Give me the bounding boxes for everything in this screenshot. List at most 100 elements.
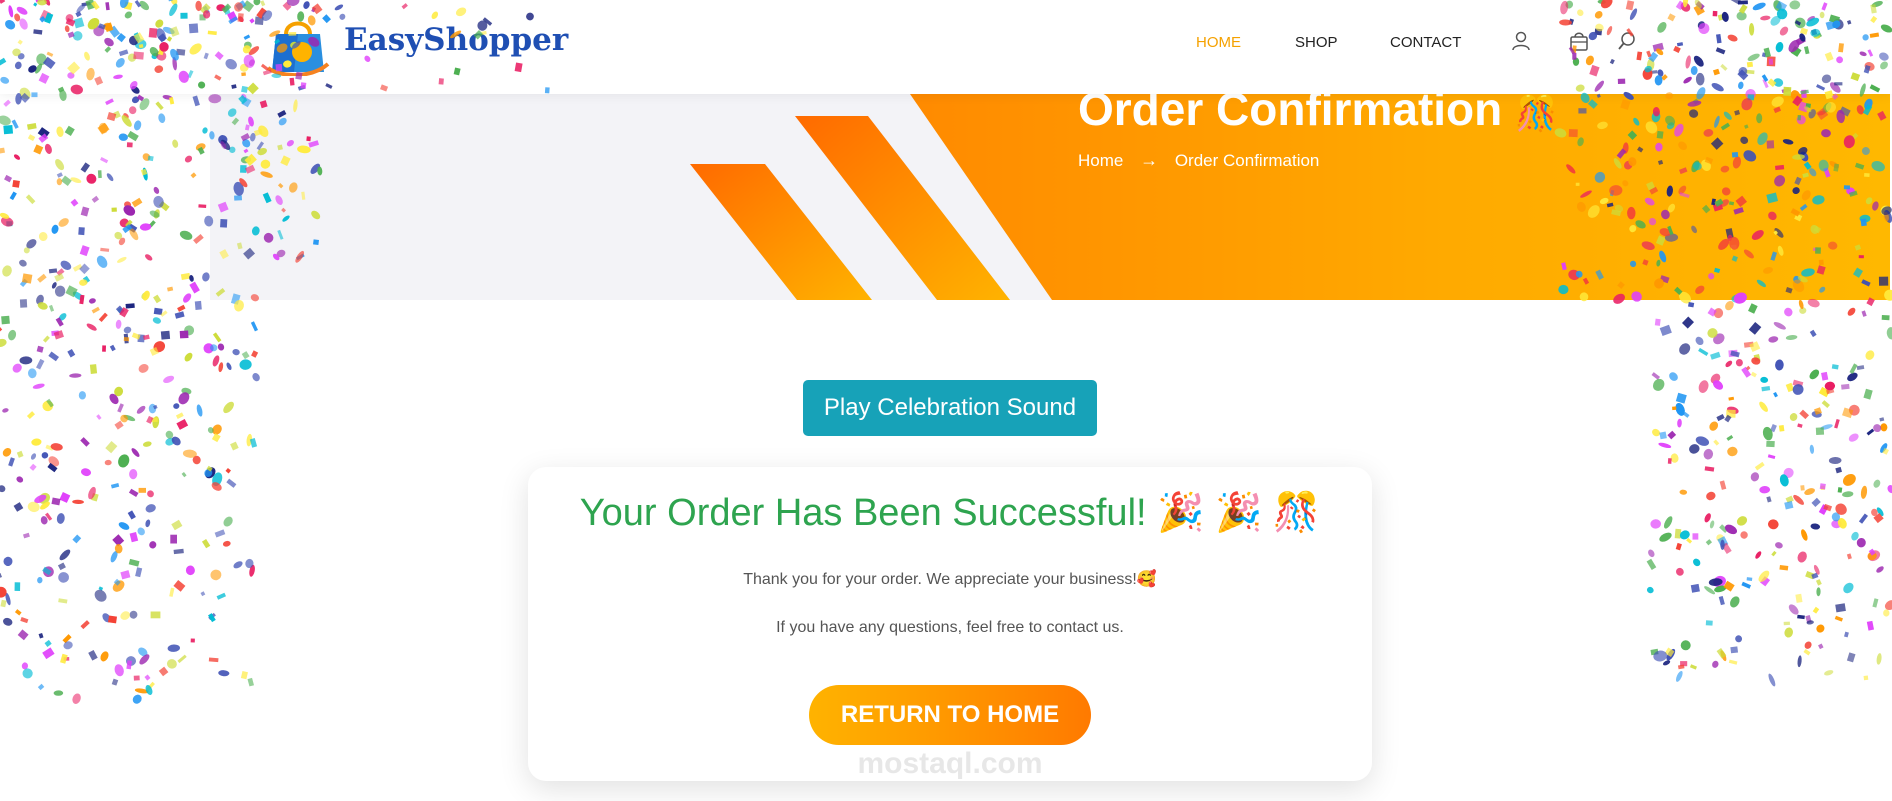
confetti-piece: [167, 644, 180, 652]
banner-stripes-graphic: [690, 94, 1890, 300]
confetti-piece: [153, 209, 160, 219]
confetti-piece: [1698, 380, 1709, 393]
confetti-piece: [123, 326, 132, 334]
success-heading: Your Order Has Been Successful! 🎉 🎉 🎊: [579, 492, 1321, 534]
confetti-piece: [82, 275, 91, 284]
confetti-piece: [105, 98, 114, 106]
confetti-piece: [80, 468, 92, 477]
confetti-piece: [111, 678, 119, 686]
confetti-piece: [1886, 327, 1892, 340]
confetti-piece: [22, 668, 33, 679]
confetti-piece: [208, 612, 216, 621]
nav-shop[interactable]: SHOP: [1295, 34, 1338, 51]
confetti-piece: [1809, 329, 1817, 338]
confetti-piece: [172, 139, 179, 148]
confetti-piece: [1821, 371, 1829, 381]
confetti-piece: [208, 657, 219, 663]
confetti-piece: [1842, 491, 1854, 498]
confetti-piece: [1785, 335, 1798, 340]
confetti-piece: [62, 634, 72, 644]
confetti-piece: [6, 221, 13, 227]
confetti-piece: [1788, 604, 1799, 615]
confetti-piece: [1674, 528, 1682, 539]
breadcrumb-current: Order Confirmation: [1174, 150, 1320, 170]
confetti-piece: [212, 332, 222, 343]
play-celebration-sound-button[interactable]: Play Celebration Sound: [803, 380, 1097, 436]
confetti-piece: [165, 430, 174, 439]
confetti-piece: [91, 493, 99, 502]
confetti-piece: [225, 467, 232, 474]
confetti-piece: [48, 456, 60, 467]
confetti-piece: [1692, 533, 1699, 540]
confetti-piece: [1793, 494, 1804, 505]
confetti-piece: [169, 97, 175, 105]
confetti-piece: [86, 173, 97, 184]
search-icon[interactable]: [1616, 30, 1638, 52]
confetti-piece: [230, 441, 239, 451]
confetti-piece: [202, 127, 208, 134]
confetti-piece: [251, 350, 259, 358]
confetti-piece: [113, 578, 121, 586]
confetti-piece: [119, 307, 129, 318]
confetti-piece: [1748, 321, 1762, 335]
confetti-piece: [27, 134, 36, 142]
confetti-piece: [1804, 641, 1812, 649]
page-title: Order Confirmation 🎊: [1078, 94, 1557, 136]
confetti-piece: [1677, 664, 1685, 670]
user-icon[interactable]: [1510, 30, 1532, 52]
confetti-piece: [1704, 586, 1716, 595]
confetti-piece: [127, 130, 139, 142]
confetti-piece: [1847, 307, 1856, 316]
confetti-piece: [1841, 383, 1850, 390]
confetti-piece: [1809, 369, 1820, 380]
confetti-piece: [210, 344, 218, 352]
confetti-piece: [190, 638, 195, 643]
confetti-piece: [223, 401, 234, 414]
shopping-bag-logo-icon[interactable]: [262, 12, 334, 78]
confetti-piece: [97, 122, 110, 135]
confetti-piece: [1745, 365, 1751, 371]
confetti-piece: [1735, 635, 1743, 643]
confetti-piece: [1783, 467, 1794, 478]
nav-home[interactable]: HOME: [1196, 34, 1241, 51]
confetti-piece: [1876, 507, 1884, 517]
brand-name[interactable]: EasyShopper: [344, 22, 568, 58]
confetti-piece: [59, 492, 71, 503]
confetti-piece: [1785, 382, 1795, 393]
confetti-piece: [1724, 414, 1732, 423]
confetti-piece: [120, 570, 131, 580]
confetti-piece: [41, 452, 49, 459]
confetti-piece: [63, 657, 70, 661]
confetti-piece: [56, 513, 65, 524]
breadcrumb-home-link[interactable]: Home: [1078, 151, 1123, 171]
confetti-piece: [47, 462, 58, 473]
confetti-piece: [114, 544, 123, 554]
confetti-piece: [91, 195, 100, 203]
confetti-piece: [150, 611, 161, 619]
confetti-piece: [1842, 473, 1856, 486]
confetti-piece: [1881, 315, 1890, 321]
confetti-piece: [126, 656, 136, 666]
confetti-piece: [1683, 411, 1690, 418]
confetti-piece: [1721, 542, 1732, 554]
confetti-piece: [78, 227, 85, 236]
confetti-piece: [70, 198, 79, 207]
nav-contact[interactable]: CONTACT: [1390, 34, 1461, 51]
confetti-piece: [100, 247, 110, 252]
confetti-piece: [1672, 406, 1677, 411]
confetti-piece: [1798, 299, 1804, 309]
confetti-piece: [8, 329, 17, 341]
confetti-piece: [212, 424, 222, 435]
confetti-piece: [1666, 648, 1676, 661]
confetti-piece: [212, 472, 223, 486]
confetti-piece: [56, 172, 63, 178]
confetti-piece: [72, 499, 84, 505]
confetti-piece: [1723, 580, 1735, 592]
confetti-piece: [1882, 447, 1889, 455]
confetti-piece: [139, 223, 152, 231]
confetti-piece: [1873, 512, 1884, 524]
return-to-home-button[interactable]: RETURN TO HOME: [809, 685, 1091, 745]
confetti-piece: [1771, 550, 1777, 557]
confetti-piece: [232, 348, 240, 356]
cart-icon[interactable]: [1568, 30, 1590, 52]
